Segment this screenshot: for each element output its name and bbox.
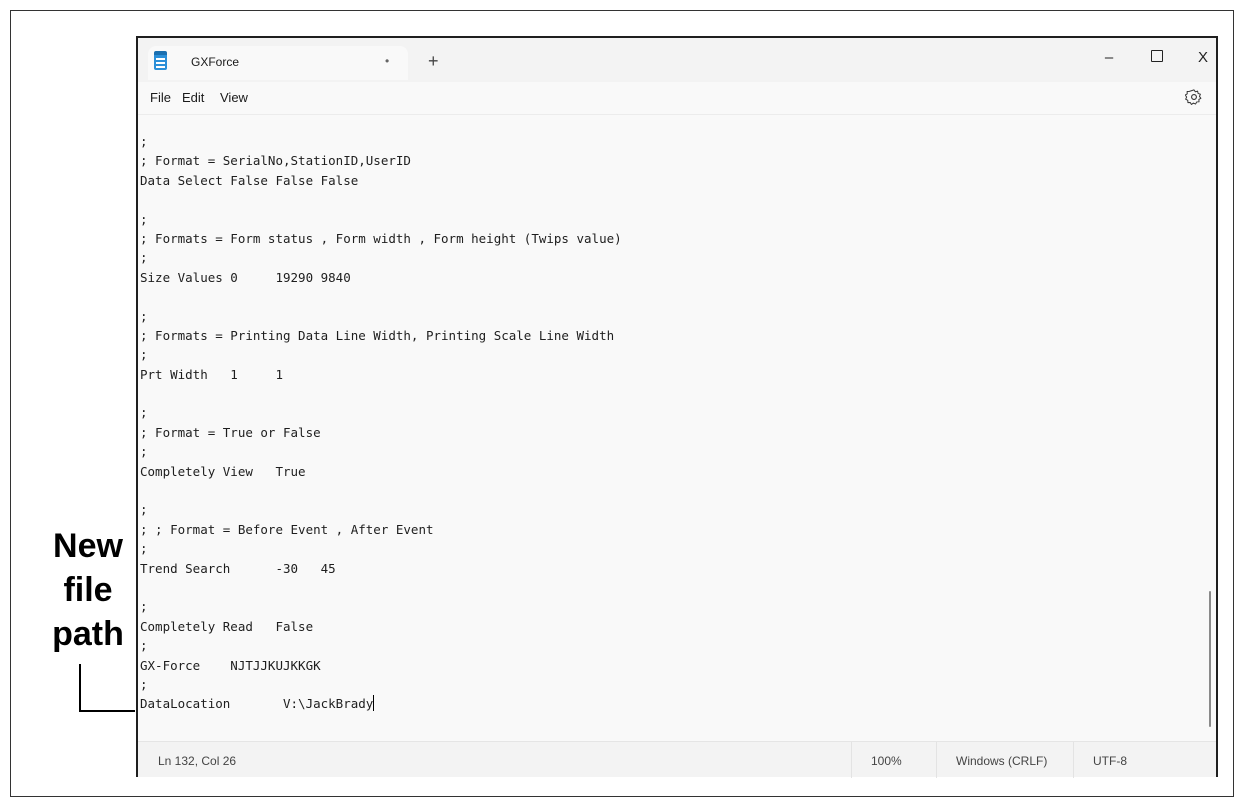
editor-line[interactable]: DataLocation V:\JackBrady [140,694,622,713]
text-editor[interactable]: ;; Format = SerialNo,StationID,UserID Dat… [138,115,1216,741]
line-ending[interactable]: Windows (CRLF) [956,754,1047,768]
tab-title: GXForce [191,55,240,69]
new-file-path-callout: New file path [40,524,136,656]
editor-line[interactable]: ; [140,210,622,229]
editor-line[interactable]: ; [140,403,622,422]
minimize-button[interactable]: – [1094,46,1124,70]
editor-line[interactable]: ; [140,636,622,655]
editor-line[interactable]: ; [140,345,622,364]
callout-connector-vertical [79,664,81,712]
vertical-scrollbar[interactable] [1209,591,1211,727]
editor-line[interactable]: ; Formats = Printing Data Line Width, Pr… [140,326,622,345]
tab-gxforce[interactable]: GXForce • [148,46,408,80]
status-divider [851,742,852,778]
editor-line[interactable]: Trend Search -30 45 [140,559,622,578]
menu-view[interactable]: View [220,90,248,105]
editor-line[interactable]: ; [140,675,622,694]
editor-line[interactable]: ; Format = True or False [140,423,622,442]
gear-icon[interactable] [1185,88,1203,106]
editor-line[interactable]: ; ; Format = Before Event , After Event [140,520,622,539]
editor-line[interactable]: Prt Width 1 1 [140,365,622,384]
encoding[interactable]: UTF-8 [1093,754,1127,768]
editor-line[interactable]: GX-Force NJTJJKUJKKGK [140,656,622,675]
editor-line[interactable] [140,287,622,306]
callout-line-2: file [63,571,113,609]
editor-line[interactable] [140,481,622,500]
editor-line[interactable]: Size Values 0 19290 9840 [140,268,622,287]
notepad-window: GXForce • + – X File Edit View ;; Format… [136,36,1218,778]
maximize-icon [1151,50,1163,62]
editor-line[interactable]: ; [140,132,622,151]
editor-line[interactable]: ; [140,539,622,558]
menu-bar: File Edit View [138,82,1216,115]
editor-line[interactable] [140,190,622,209]
menu-file[interactable]: File [150,90,171,105]
callout-line-3: path [52,615,124,653]
cursor-position: Ln 132, Col 26 [158,754,237,768]
editor-line[interactable]: ; [140,307,622,326]
status-bar: Ln 132, Col 26 100% Windows (CRLF) UTF-8 [138,741,1216,778]
editor-line[interactable]: ; Format = SerialNo,StationID,UserID [140,151,622,170]
title-bar[interactable]: GXForce • + – X [138,38,1216,82]
editor-line[interactable] [140,578,622,597]
editor-line[interactable] [140,384,622,403]
editor-line[interactable]: ; [140,597,622,616]
editor-line[interactable]: ; [140,248,622,267]
close-button[interactable]: X [1188,46,1218,70]
maximize-button[interactable] [1142,46,1172,70]
menu-edit[interactable]: Edit [182,90,204,105]
new-tab-button[interactable]: + [428,52,439,70]
status-divider [936,742,937,778]
editor-content[interactable]: ;; Format = SerialNo,StationID,UserID Dat… [140,132,622,714]
unsaved-indicator[interactable]: • [385,54,389,68]
editor-line[interactable]: ; Formats = Form status , Form width , F… [140,229,622,248]
text-cursor [373,695,375,712]
notepad-icon [154,51,167,70]
callout-line-1: New [53,527,123,565]
editor-line[interactable]: ; [140,442,622,461]
editor-line[interactable]: Completely View True [140,462,622,481]
zoom-level[interactable]: 100% [871,754,902,768]
callout-connector-horizontal [79,710,135,712]
status-divider [1073,742,1074,778]
editor-line[interactable]: Completely Read False [140,617,622,636]
editor-line[interactable]: Data Select False False False [140,171,622,190]
editor-line[interactable]: ; [140,500,622,519]
